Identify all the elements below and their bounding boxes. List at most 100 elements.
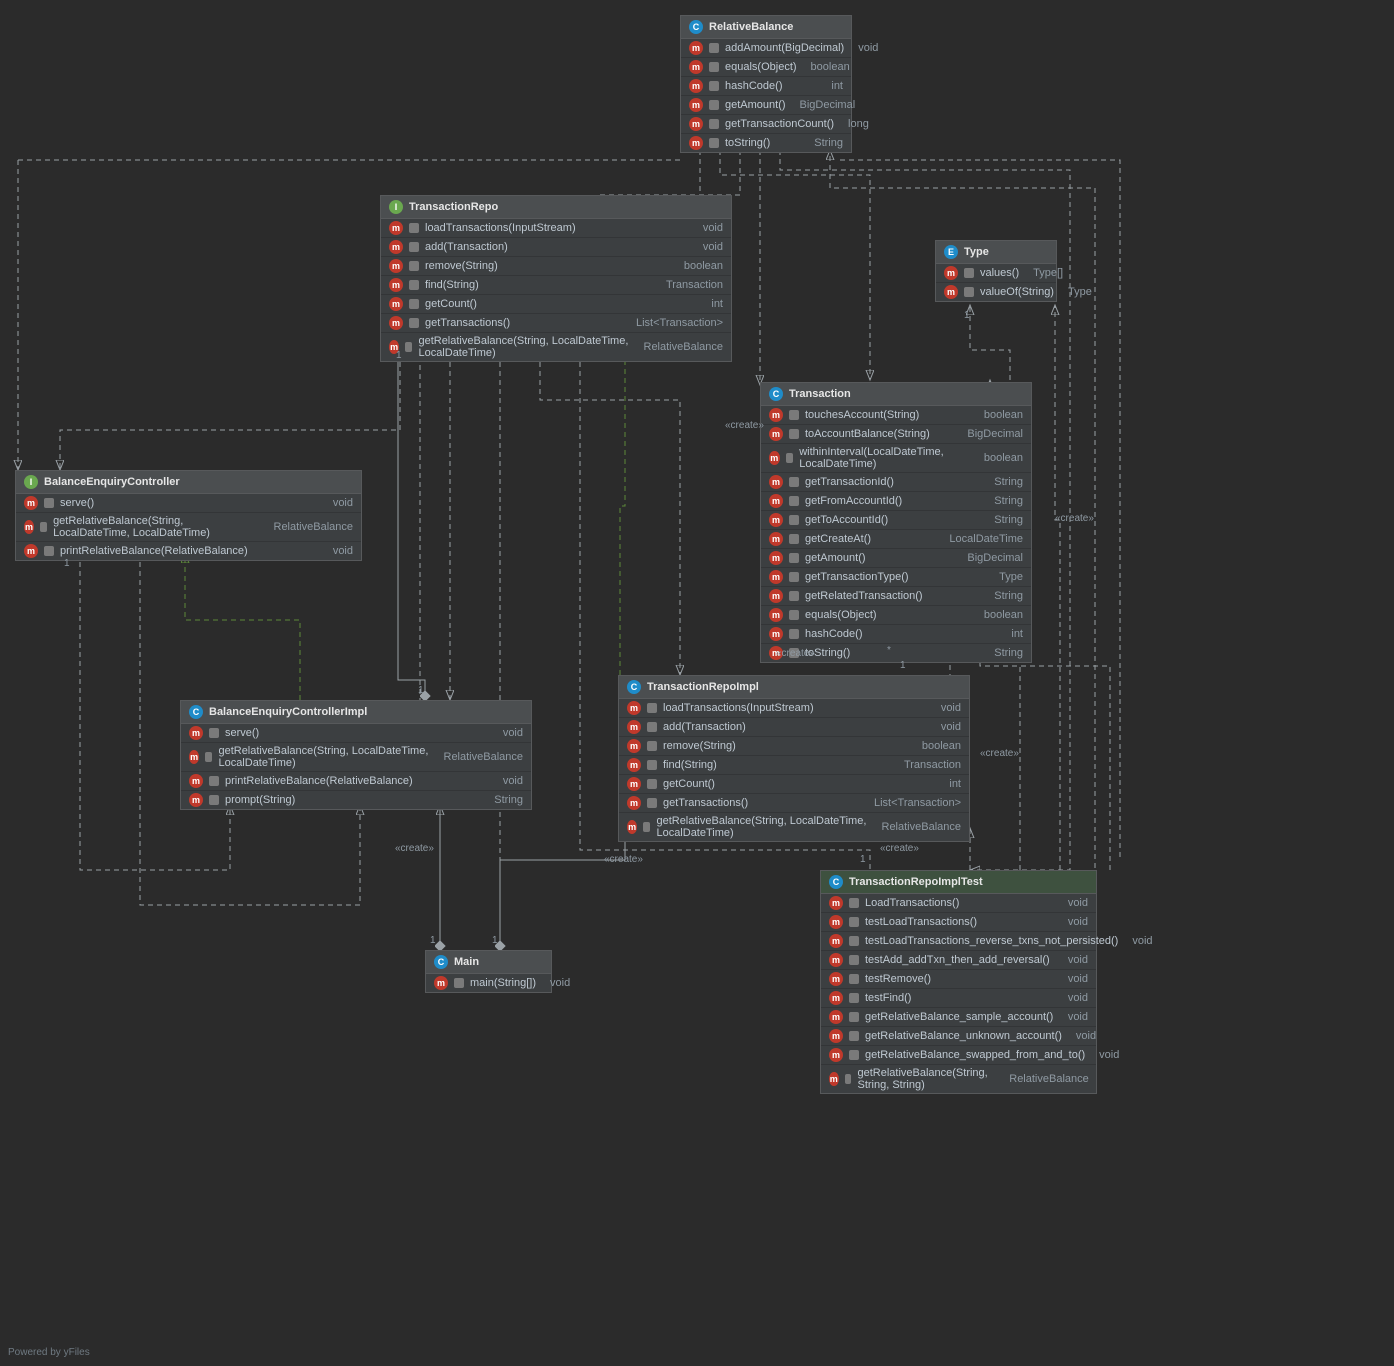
lock-icon bbox=[409, 242, 419, 252]
interface-balance-enquiry-controller[interactable]: I BalanceEnquiryController mserve()voidm… bbox=[15, 470, 362, 561]
method-row[interactable]: madd(Transaction)void bbox=[619, 718, 969, 737]
method-row[interactable]: mfind(String)Transaction bbox=[619, 756, 969, 775]
method-signature: getFromAccountId() bbox=[805, 495, 902, 507]
method-signature: getTransactionCount() bbox=[725, 118, 834, 130]
method-return-type: void bbox=[1054, 992, 1088, 1004]
method-signature: getAmount() bbox=[725, 99, 786, 111]
method-row[interactable]: mgetCreateAt()LocalDateTime bbox=[761, 530, 1031, 549]
class-transaction-repo-impl-test[interactable]: C TransactionRepoImplTest mLoadTransacti… bbox=[820, 870, 1097, 1094]
method-row[interactable]: mtestLoadTransactions()void bbox=[821, 913, 1096, 932]
method-row[interactable]: mtestRemove()void bbox=[821, 970, 1096, 989]
method-signature: hashCode() bbox=[725, 80, 782, 92]
method-icon: m bbox=[829, 1029, 843, 1043]
method-row[interactable]: mtoString()String bbox=[681, 134, 851, 152]
method-row[interactable]: mgetTransactionId()String bbox=[761, 473, 1031, 492]
lock-icon bbox=[849, 1012, 859, 1022]
method-return-type: void bbox=[1118, 935, 1152, 947]
class-title: TransactionRepoImplTest bbox=[849, 876, 983, 888]
method-row[interactable]: mgetTransactionCount()long bbox=[681, 115, 851, 134]
method-row[interactable]: mgetAmount()BigDecimal bbox=[681, 96, 851, 115]
method-row[interactable]: mgetRelativeBalance_swapped_from_and_to(… bbox=[821, 1046, 1096, 1065]
method-row[interactable]: mtestFind()void bbox=[821, 989, 1096, 1008]
method-signature: find(String) bbox=[663, 759, 717, 771]
method-icon: m bbox=[769, 589, 783, 603]
method-row[interactable]: mgetRelativeBalance_sample_account()void bbox=[821, 1008, 1096, 1027]
enum-type[interactable]: E Type mvalues()Type[]mvalueOf(String)Ty… bbox=[935, 240, 1057, 302]
method-row[interactable]: mloadTransactions(InputStream)void bbox=[619, 699, 969, 718]
method-row[interactable]: mgetTransactionType()Type bbox=[761, 568, 1031, 587]
method-signature: testFind() bbox=[865, 992, 911, 1004]
method-icon: m bbox=[24, 496, 38, 510]
method-row[interactable]: mLoadTransactions()void bbox=[821, 894, 1096, 913]
method-row[interactable]: mgetCount()int bbox=[381, 295, 731, 314]
method-signature: printRelativeBalance(RelativeBalance) bbox=[60, 545, 248, 557]
method-row[interactable]: mgetRelativeBalance(String, LocalDateTim… bbox=[381, 333, 731, 361]
method-row[interactable]: madd(Transaction)void bbox=[381, 238, 731, 257]
method-row[interactable]: mprompt(String)String bbox=[181, 791, 531, 809]
method-signature: add(Transaction) bbox=[425, 241, 508, 253]
method-signature: LoadTransactions() bbox=[865, 897, 959, 909]
method-row[interactable]: mhashCode()int bbox=[681, 77, 851, 96]
method-icon: m bbox=[769, 408, 783, 422]
method-return-type: void bbox=[927, 702, 961, 714]
method-row[interactable]: mgetRelativeBalance_unknown_account()voi… bbox=[821, 1027, 1096, 1046]
class-transaction[interactable]: C Transaction mtouchesAccount(String)boo… bbox=[760, 382, 1032, 663]
class-transaction-repo-impl[interactable]: C TransactionRepoImpl mloadTransactions(… bbox=[618, 675, 970, 842]
method-row[interactable]: mgetTransactions()List<Transaction> bbox=[619, 794, 969, 813]
method-signature: getRelativeBalance_swapped_from_and_to() bbox=[865, 1049, 1085, 1061]
lock-icon bbox=[44, 498, 54, 508]
method-row[interactable]: mremove(String)boolean bbox=[381, 257, 731, 276]
method-row[interactable]: mgetRelatedTransaction()String bbox=[761, 587, 1031, 606]
method-icon: m bbox=[24, 544, 38, 558]
method-row[interactable]: mprintRelativeBalance(RelativeBalance)vo… bbox=[181, 772, 531, 791]
method-return-type: boolean bbox=[670, 260, 723, 272]
method-row[interactable]: mequals(Object)boolean bbox=[761, 606, 1031, 625]
method-row[interactable]: mgetRelativeBalance(String, LocalDateTim… bbox=[181, 743, 531, 772]
method-icon: m bbox=[769, 475, 783, 489]
method-row[interactable]: mloadTransactions(InputStream)void bbox=[381, 219, 731, 238]
method-return-type: String bbox=[980, 514, 1023, 526]
method-row[interactable]: maddAmount(BigDecimal)void bbox=[681, 39, 851, 58]
method-row[interactable]: mwithinInterval(LocalDateTime, LocalDate… bbox=[761, 444, 1031, 473]
class-balance-enquiry-controller-impl[interactable]: C BalanceEnquiryControllerImpl mserve()v… bbox=[180, 700, 532, 810]
class-relative-balance[interactable]: C RelativeBalance maddAmount(BigDecimal)… bbox=[680, 15, 852, 153]
method-row[interactable]: mvalueOf(String)Type bbox=[936, 283, 1056, 301]
lock-icon bbox=[849, 917, 859, 927]
class-main[interactable]: C Main mmain(String[])void bbox=[425, 950, 552, 993]
method-row[interactable]: mserve()void bbox=[16, 494, 361, 513]
method-return-type: Transaction bbox=[890, 759, 961, 771]
method-signature: prompt(String) bbox=[225, 794, 295, 806]
method-row[interactable]: mtestAdd_addTxn_then_add_reversal()void bbox=[821, 951, 1096, 970]
method-row[interactable]: mgetRelativeBalance(String, String, Stri… bbox=[821, 1065, 1096, 1093]
method-row[interactable]: mgetRelativeBalance(String, LocalDateTim… bbox=[16, 513, 361, 542]
interface-transaction-repo[interactable]: I TransactionRepo mloadTransactions(Inpu… bbox=[380, 195, 732, 362]
lock-icon bbox=[647, 760, 657, 770]
method-row[interactable]: mmain(String[])void bbox=[426, 974, 551, 992]
method-row[interactable]: mgetTransactions()List<Transaction> bbox=[381, 314, 731, 333]
method-row[interactable]: mtestLoadTransactions_reverse_txns_not_p… bbox=[821, 932, 1096, 951]
method-row[interactable]: mremove(String)boolean bbox=[619, 737, 969, 756]
lock-icon bbox=[409, 223, 419, 233]
lock-icon bbox=[647, 741, 657, 751]
method-row[interactable]: mgetFromAccountId()String bbox=[761, 492, 1031, 511]
method-row[interactable]: mgetRelativeBalance(String, LocalDateTim… bbox=[619, 813, 969, 841]
method-row[interactable]: mgetCount()int bbox=[619, 775, 969, 794]
method-row[interactable]: mserve()void bbox=[181, 724, 531, 743]
lock-icon bbox=[409, 318, 419, 328]
lock-icon bbox=[647, 779, 657, 789]
method-row[interactable]: mfind(String)Transaction bbox=[381, 276, 731, 295]
method-row[interactable]: mtouchesAccount(String)boolean bbox=[761, 406, 1031, 425]
method-return-type: boolean bbox=[970, 452, 1023, 464]
class-header: C TransactionRepoImplTest bbox=[821, 871, 1096, 894]
method-row[interactable]: mvalues()Type[] bbox=[936, 264, 1056, 283]
method-row[interactable]: mtoAccountBalance(String)BigDecimal bbox=[761, 425, 1031, 444]
lock-icon bbox=[405, 342, 412, 352]
method-row[interactable]: mequals(Object)boolean bbox=[681, 58, 851, 77]
method-row[interactable]: mgetToAccountId()String bbox=[761, 511, 1031, 530]
method-return-type: List<Transaction> bbox=[860, 797, 961, 809]
edge-mult: 1 bbox=[964, 310, 970, 321]
method-row[interactable]: mgetAmount()BigDecimal bbox=[761, 549, 1031, 568]
lock-icon bbox=[209, 776, 219, 786]
method-row[interactable]: mhashCode()int bbox=[761, 625, 1031, 644]
method-signature: testLoadTransactions() bbox=[865, 916, 977, 928]
